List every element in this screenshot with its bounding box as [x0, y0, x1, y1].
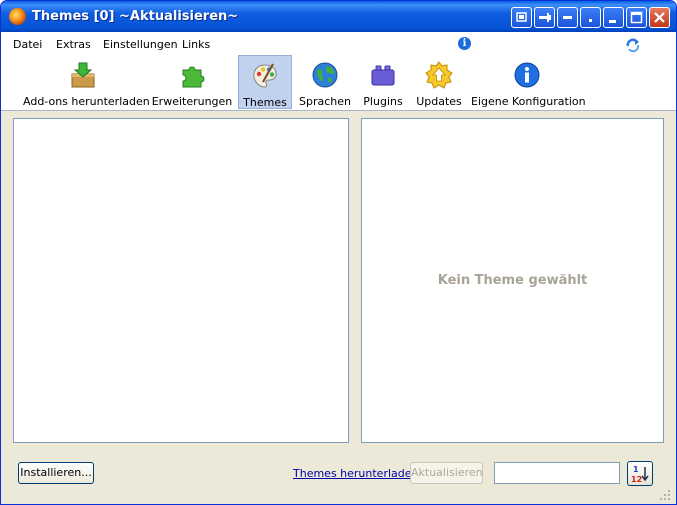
minimize-icon [609, 20, 616, 23]
install-button-label: Installieren... [20, 466, 92, 479]
search-field[interactable] [494, 462, 620, 484]
menu-datei[interactable]: Datei [13, 38, 42, 51]
menu-links-label: Links [182, 38, 211, 51]
svg-text:12: 12 [631, 475, 642, 484]
tool-plugins[interactable]: Plugins [359, 55, 407, 109]
globe-icon [312, 62, 338, 88]
pin-button[interactable] [534, 7, 555, 28]
tool-custom-config[interactable]: Eigene Konfiguration [471, 55, 586, 109]
minimize-button[interactable] [603, 7, 624, 28]
menu-extras-label: Extras [56, 38, 91, 51]
title-bar[interactable]: Themes [0] ~Aktualisieren~ [1, 1, 676, 32]
window-menu-button[interactable] [511, 7, 532, 28]
tool-updates[interactable]: Updates [413, 55, 465, 109]
tool-extensions[interactable]: Erweiterungen [151, 55, 233, 109]
palette-icon [253, 63, 277, 88]
sort-button[interactable]: 1 12 [627, 461, 653, 486]
menu-datei-label: Datei [13, 38, 43, 51]
update-button[interactable]: Aktualisieren [410, 462, 483, 484]
sort-numeric-icon: 1 12 [631, 465, 649, 484]
tool-updates-label: Updates [416, 95, 462, 108]
app-menu-icon [516, 12, 527, 22]
install-button[interactable]: Installieren... [18, 462, 94, 484]
update-arrow-icon [425, 61, 453, 89]
firefox-icon [9, 8, 26, 25]
tool-addons-download-label: Add-ons herunterladen [23, 95, 150, 108]
puzzle-piece-icon [182, 66, 205, 88]
info-icon [514, 62, 540, 88]
tool-languages[interactable]: Sprachen [297, 55, 353, 109]
svg-text:1: 1 [633, 465, 639, 474]
pin-icon [539, 13, 551, 22]
tool-languages-label: Sprachen [299, 95, 351, 108]
tool-plugins-label: Plugins [363, 95, 403, 108]
update-button-label: Aktualisieren [411, 466, 483, 479]
tool-themes[interactable]: Themes [238, 55, 292, 109]
menu-einstellungen-label: Einstellungen [103, 38, 178, 51]
close-button[interactable] [649, 7, 670, 28]
tool-custom-config-label: Eigene Konfiguration [471, 95, 586, 108]
tool-addons-download[interactable]: Add-ons herunterladen [23, 55, 150, 109]
themes-download-link[interactable]: Themes herunterladen [293, 467, 419, 480]
maximize-button[interactable] [626, 7, 647, 28]
theme-list[interactable] [13, 118, 349, 443]
tool-extensions-label: Erweiterungen [151, 95, 233, 108]
theme-preview-pane: Kein Theme gewählt [361, 118, 664, 443]
addons-window: Themes [0] ~Aktualisieren~ Datei Extras … [0, 0, 677, 505]
menu-bar: Datei Extras Einstellungen Links [1, 32, 676, 55]
tool-themes-label: Themes [243, 96, 287, 109]
maximize-icon [630, 11, 643, 24]
info-icon[interactable]: i [458, 37, 471, 50]
window-title: Themes [0] ~Aktualisieren~ [32, 9, 239, 24]
menu-links[interactable]: Links [182, 38, 210, 51]
menu-extras[interactable]: Extras [56, 38, 91, 51]
menu-einstellungen[interactable]: Einstellungen [103, 38, 178, 51]
download-box-icon [71, 62, 95, 88]
rollup-icon [563, 16, 572, 19]
rollup-button[interactable] [557, 7, 578, 28]
category-toolbar: Add-ons herunterladen Erweiterungen Them… [1, 55, 676, 111]
shade-button[interactable] [580, 7, 601, 28]
close-icon [654, 12, 665, 23]
no-theme-selected-message: Kein Theme gewählt [437, 273, 588, 288]
resize-grip-icon[interactable] [657, 487, 671, 501]
plugin-block-icon [371, 65, 395, 86]
shade-icon [589, 19, 592, 22]
refresh-throbber-icon [626, 38, 640, 53]
